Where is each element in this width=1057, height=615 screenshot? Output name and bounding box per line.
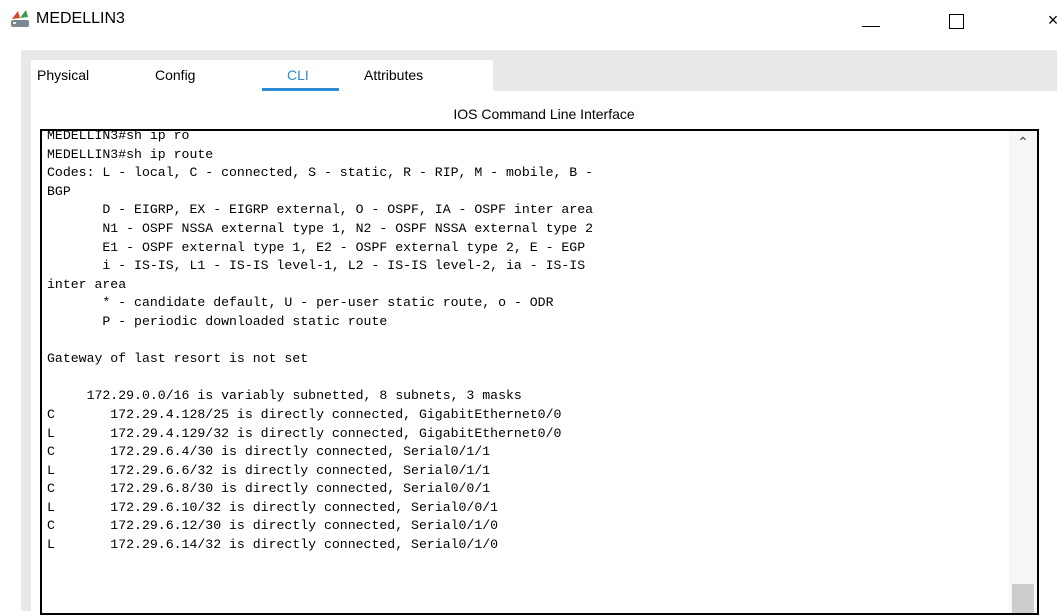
title-bar: MEDELLIN3 × (0, 0, 1057, 40)
maximize-button[interactable] (934, 4, 980, 36)
cli-heading: IOS Command Line Interface (453, 106, 635, 122)
tab-attributes[interactable]: Attributes (364, 67, 423, 83)
tab-config[interactable]: Config (155, 67, 195, 83)
close-button[interactable]: × (1030, 4, 1057, 36)
tab-physical[interactable]: Physical (37, 67, 89, 83)
device-window-frame: Physical Config CLI Attributes IOS Comma… (21, 50, 1057, 615)
terminal-scrollbar[interactable]: ⌃ (1009, 131, 1037, 613)
tab-cli[interactable]: CLI (287, 67, 309, 83)
maximize-icon (949, 14, 964, 29)
close-icon: × (1047, 10, 1057, 30)
scroll-up-icon[interactable]: ⌃ (1009, 131, 1037, 153)
router-icon (11, 10, 29, 27)
cli-panel: IOS Command Line Interface MEDELLIN3#sh … (31, 91, 1057, 615)
minimize-button[interactable] (848, 4, 894, 36)
scroll-thumb[interactable] (1012, 584, 1034, 613)
cli-terminal[interactable]: MEDELLIN3#sh ip ro MEDELLIN3#sh ip route… (40, 129, 1039, 615)
minimize-icon (862, 26, 880, 27)
window-title: MEDELLIN3 (36, 10, 125, 27)
terminal-output[interactable]: MEDELLIN3#sh ip ro MEDELLIN3#sh ip route… (47, 131, 1007, 555)
tab-bar: Physical Config CLI Attributes (31, 60, 493, 91)
